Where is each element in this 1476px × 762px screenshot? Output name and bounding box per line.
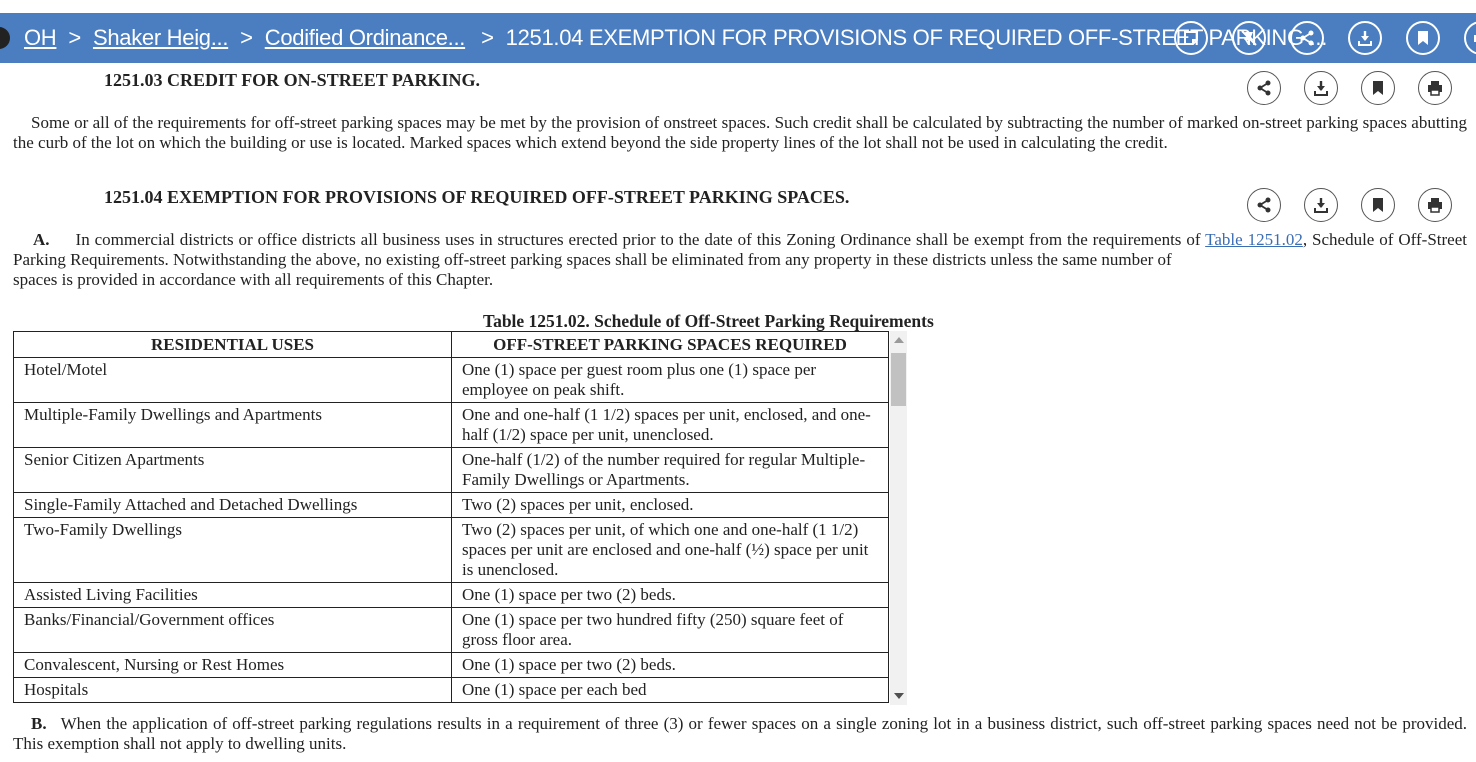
breadcrumb-separator: > xyxy=(240,25,253,50)
table-1251-02-link[interactable]: Table 1251.02 xyxy=(1205,230,1303,249)
breadcrumb-state-link[interactable]: OH xyxy=(24,25,57,51)
print-icon xyxy=(1428,198,1442,213)
breadcrumb-separator: > xyxy=(68,25,81,50)
bookmark-button[interactable] xyxy=(1361,188,1395,222)
share-icon xyxy=(1257,197,1271,213)
print-button[interactable] xyxy=(1464,21,1476,55)
table-row: Hotel/Motel One (1) space per guest room … xyxy=(13,357,889,403)
parking-table-container[interactable]: RESIDENTIAL USES OFF-STREET PARKING SPAC… xyxy=(13,331,908,705)
notes-button[interactable] xyxy=(1174,21,1208,55)
requirement-cell: Two (2) spaces per unit, enclosed. xyxy=(451,492,889,518)
bookmark-icon xyxy=(1373,198,1383,212)
share-icon xyxy=(1300,30,1314,46)
share-icon xyxy=(1257,80,1271,96)
breadcrumb: OH > Shaker Heig... > Codified Ordinance… xyxy=(0,13,1327,63)
requirement-cell: One (1) space per guest room plus one (1… xyxy=(451,357,889,403)
use-cell: Senior Citizen Apartments xyxy=(13,447,452,493)
download-button[interactable] xyxy=(1304,71,1338,105)
section-title-1251-03: 1251.03 CREDIT FOR ON-STREET PARKING. xyxy=(104,70,481,90)
bookmark-icon xyxy=(1373,81,1383,95)
use-cell: Hospitals xyxy=(13,677,452,703)
breadcrumb-separator: > xyxy=(481,25,494,50)
breadcrumb-city-link[interactable]: Shaker Heig... xyxy=(93,25,229,51)
paragraph-a: A. In commercial districts or office dist… xyxy=(13,230,1467,289)
table-scrollbar[interactable] xyxy=(890,331,907,705)
print-icon xyxy=(1428,81,1442,96)
share-button[interactable] xyxy=(1247,188,1281,222)
share-button[interactable] xyxy=(1247,71,1281,105)
table-caption: Table 1251.02. Schedule of Off-Street Pa… xyxy=(483,311,934,331)
use-cell: Two-Family Dwellings xyxy=(13,517,452,583)
breadcrumb-bar: OH > Shaker Heig... > Codified Ordinance… xyxy=(0,13,1476,63)
requirement-cell: One and one-half (1 1/2) spaces per unit… xyxy=(451,402,889,448)
print-button[interactable] xyxy=(1418,188,1452,222)
notes-icon xyxy=(1184,31,1198,45)
table-row: Assisted Living Facilities One (1) space … xyxy=(13,582,889,608)
requirement-cell: One (1) space per two (2) beds. xyxy=(451,582,889,608)
use-cell: Banks/Financial/Government offices xyxy=(13,607,452,653)
bookmark-icon xyxy=(1418,31,1428,45)
download-icon xyxy=(1314,198,1328,213)
section-body-1251-03: Some or all of the requirements for off-… xyxy=(13,113,1467,152)
share-button[interactable] xyxy=(1290,21,1324,55)
breadcrumb-code-link[interactable]: Codified Ordinance... xyxy=(265,25,466,51)
table-row: Senior Citizen Apartments One-half (1/2) … xyxy=(13,447,889,493)
table-row: Convalescent, Nursing or Rest Homes One (… xyxy=(13,652,889,678)
requirement-cell: One (1) space per two hundred fifty (250… xyxy=(451,607,889,653)
annotations-toggle-button[interactable] xyxy=(1232,21,1266,55)
column-header: RESIDENTIAL USES xyxy=(13,331,452,358)
table-row: Two-Family Dwellings Two (2) spaces per u… xyxy=(13,517,889,583)
bookmark-button[interactable] xyxy=(1361,71,1395,105)
use-cell: Hotel/Motel xyxy=(13,357,452,403)
scrollbar-thumb[interactable] xyxy=(891,353,906,406)
table-row: Multiple-Family Dwellings and Apartments… xyxy=(13,402,889,448)
print-icon xyxy=(1474,35,1476,42)
download-icon xyxy=(1358,31,1372,46)
scroll-down-arrow-icon[interactable] xyxy=(894,693,904,699)
download-button[interactable] xyxy=(1304,188,1338,222)
section-title-1251-04: 1251.04 EXEMPTION FOR PROVISIONS OF REQU… xyxy=(104,187,850,207)
table-row: Hospitals One (1) space per each bed xyxy=(13,677,889,703)
table-row: Banks/Financial/Government offices One (1… xyxy=(13,607,889,653)
scroll-up-arrow-icon[interactable] xyxy=(894,337,904,343)
paragraph-b: B. When the application of off-street par… xyxy=(13,714,1467,753)
table-row: Single-Family Attached and Detached Dwel… xyxy=(13,492,889,518)
print-button[interactable] xyxy=(1418,71,1452,105)
column-header: OFF-STREET PARKING SPACES REQUIRED xyxy=(451,331,889,358)
use-cell: Convalescent, Nursing or Rest Homes xyxy=(13,652,452,678)
parking-requirements-table: RESIDENTIAL USES OFF-STREET PARKING SPAC… xyxy=(13,331,889,703)
bookmark-button[interactable] xyxy=(1406,21,1440,55)
paragraph-label: A. xyxy=(33,230,50,249)
paragraph-label: B. xyxy=(31,714,47,733)
download-icon xyxy=(1314,81,1328,96)
use-cell: Assisted Living Facilities xyxy=(13,582,452,608)
requirement-cell: One (1) space per two (2) beds. xyxy=(451,652,889,678)
requirement-cell: One (1) space per each bed xyxy=(451,677,889,703)
table-header-row: RESIDENTIAL USES OFF-STREET PARKING SPAC… xyxy=(13,331,889,358)
requirement-cell: One-half (1/2) of the number required fo… xyxy=(451,447,889,493)
use-cell: Multiple-Family Dwellings and Apartments xyxy=(13,402,452,448)
use-cell: Single-Family Attached and Detached Dwel… xyxy=(13,492,452,518)
requirement-cell: Two (2) spaces per unit, of which one an… xyxy=(451,517,889,583)
annotations-off-icon xyxy=(1241,30,1257,46)
download-button[interactable] xyxy=(1348,21,1382,55)
